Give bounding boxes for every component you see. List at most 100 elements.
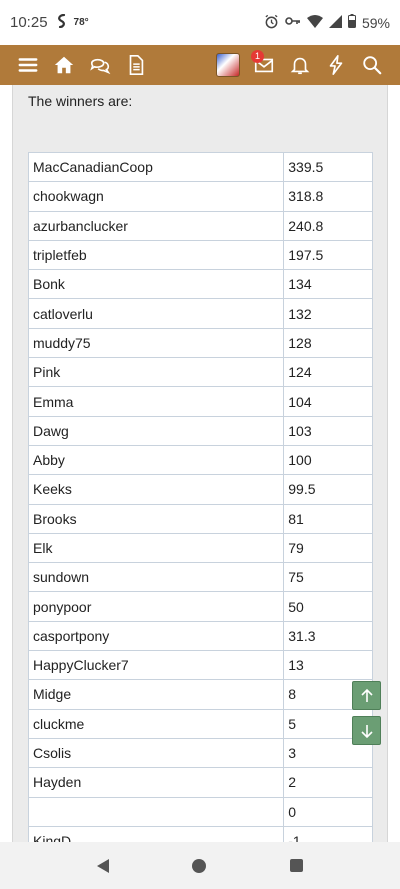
home-circle-icon[interactable] [192,858,207,873]
table-row: cluckme 5 [27,708,373,739]
table-row: Midge 8 [27,679,373,710]
result-name-cell: Midge [27,679,285,710]
post-body: The winners are: MacCanadianCoop 339.5 cho… [12,85,388,842]
app-toolbar: 1 [0,45,400,85]
result-name-cell: chookwagn [27,181,285,212]
table-row: 0 [27,796,373,827]
table-row: Keeks 99.5 [27,474,373,505]
result-name-cell: Hayden [27,767,285,798]
table-row: Abby 100 [27,444,373,476]
result-name-cell: KingD [27,825,285,842]
status-bar: 10:25 78° 59% [0,0,400,45]
content-area[interactable]: The winners are: MacCanadianCoop 339.5 cho… [0,85,400,842]
result-score-cell: 124 [283,357,373,388]
avatar-image [216,53,240,77]
result-name-cell: catloverlu [27,298,285,329]
result-score-cell: -1 [283,825,373,842]
document-icon[interactable] [118,47,154,83]
arrow-up-icon [360,688,373,702]
shazam-icon [56,13,68,31]
result-name-cell: tripletfeb [27,239,285,271]
intro-text: The winners are: [28,93,133,109]
alarm-icon [264,14,279,32]
table-row: KingD -1 [27,825,373,842]
battery-percent: 59% [361,14,390,31]
table-row: muddy75 128 [27,327,373,359]
result-score-cell: 134 [283,269,373,300]
table-row: Dawg 103 [27,415,373,446]
result-score-cell: 197.5 [283,239,373,271]
results-table: MacCanadianCoop 339.5 chookwagn 318.8 azurba… [27,151,373,842]
chat-icon[interactable] [82,47,118,83]
table-row: Elk 79 [27,532,373,564]
wifi-icon [306,14,323,31]
result-score-cell: 318.8 [283,181,373,212]
table-row: MacCanadianCoop 339.5 [27,151,373,183]
result-score-cell: 128 [283,327,373,359]
result-score-cell: 240.8 [283,210,373,241]
result-name-cell: Brooks [27,503,285,534]
key-icon [285,15,301,30]
table-row: ponypoor 50 [27,591,373,622]
result-name-cell: casportpony [27,620,285,652]
result-name-cell: Emma [27,386,285,417]
result-score-cell: 103 [283,415,373,446]
arrow-down-icon [360,724,373,738]
result-score-cell: 104 [283,386,373,417]
menu-icon[interactable] [10,47,46,83]
table-row: tripletfeb 197.5 [27,239,373,271]
table-row: Bonk 134 [27,269,373,300]
battery-icon [347,14,356,31]
mail-badge: 1 [251,50,264,63]
table-row: Pink 124 [27,357,373,388]
result-name-cell: Bonk [27,269,285,300]
result-name-cell: Csolis [27,737,285,769]
result-name-cell: Elk [27,532,285,564]
result-name-cell: Keeks [27,474,285,505]
result-score-cell: 31.3 [283,620,373,652]
result-score-cell: 50 [283,591,373,622]
result-name-cell: azurbanclucker [27,210,285,241]
result-name-cell: cluckme [27,708,285,739]
scroll-down-button[interactable] [352,716,381,745]
system-nav-bar [0,842,400,889]
result-score-cell: 2 [283,767,373,798]
scroll-up-button[interactable] [352,681,381,710]
result-name-cell: muddy75 [27,327,285,359]
home-icon[interactable] [46,47,82,83]
result-score-cell: 339.5 [283,151,373,183]
result-name-cell [27,796,285,827]
search-icon[interactable] [354,47,390,83]
table-row: casportpony 31.3 [27,620,373,652]
result-name-cell: HappyClucker7 [27,650,285,681]
table-row: Csolis 3 [27,737,373,769]
table-row: azurbanclucker 240.8 [27,210,373,241]
signal-icon [328,14,342,31]
result-score-cell: 132 [283,298,373,329]
table-row: sundown 75 [27,562,373,593]
avatar[interactable] [210,47,246,83]
table-row: catloverlu 132 [27,298,373,329]
table-row: Emma 104 [27,386,373,417]
result-score-cell: 13 [283,650,373,681]
lightning-icon[interactable] [318,47,354,83]
result-score-cell: 75 [283,562,373,593]
table-row: Hayden 2 [27,767,373,798]
result-name-cell: sundown [27,562,285,593]
recents-icon[interactable] [290,859,304,872]
result-score-cell: 0 [283,796,373,827]
result-name-cell: Dawg [27,415,285,446]
table-row: chookwagn 318.8 [27,181,373,212]
mail-icon[interactable]: 1 [246,47,282,83]
result-score-cell: 79 [283,532,373,564]
bell-icon[interactable] [282,47,318,83]
result-name-cell: ponypoor [27,591,285,622]
table-row: Brooks 81 [27,503,373,534]
status-time: 10:25 [10,14,48,31]
result-score-cell: 100 [283,444,373,476]
result-score-cell: 81 [283,503,373,534]
back-icon[interactable] [96,858,109,873]
result-name-cell: Pink [27,357,285,388]
result-name-cell: Abby [27,444,285,476]
status-temperature: 78° [73,17,89,28]
